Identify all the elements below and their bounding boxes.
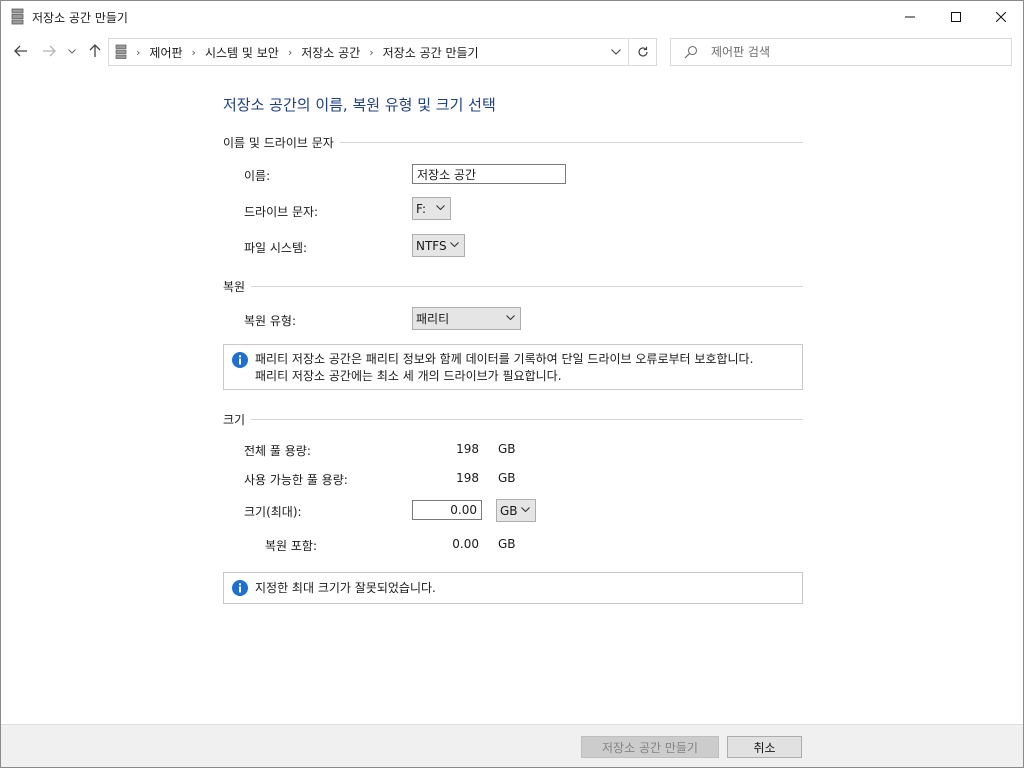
refresh-button[interactable]	[628, 39, 657, 65]
storage-spaces-window: 저장소 공간 만들기 › 제어판 › 시스템 및 보안 › 저장소 공간 › 저…	[0, 0, 1024, 768]
chevron-down-icon	[521, 507, 530, 513]
resiliency-info-line-2: 패리티 저장소 공간에는 최소 세 개의 드라이브가 필요합니다.	[255, 369, 562, 383]
up-button[interactable]	[85, 40, 105, 62]
recent-locations-button[interactable]	[65, 40, 79, 62]
storage-drive-icon	[11, 8, 24, 25]
drive-letter-label: 드라이브 문자:	[244, 205, 319, 219]
total-pool-capacity-value: 198	[456, 442, 479, 456]
close-icon	[996, 11, 1006, 22]
section-divider	[339, 141, 803, 143]
including-resiliency-value: 0.00	[452, 537, 479, 551]
chevron-right-icon[interactable]: ›	[369, 46, 373, 59]
breadcrumb-item-control-panel[interactable]: 제어판	[149, 44, 182, 61]
title-bar: 저장소 공간 만들기	[1, 1, 1023, 32]
name-field[interactable]	[412, 164, 566, 184]
chevron-down-icon	[506, 315, 515, 321]
storage-drive-icon	[115, 44, 127, 59]
cancel-button[interactable]: 취소	[727, 736, 802, 758]
file-system-value: NTFS	[416, 238, 447, 253]
section-title: 이름 및 드라이브 문자	[223, 135, 334, 150]
maximize-icon	[951, 11, 961, 22]
minimize-button[interactable]	[887, 1, 933, 32]
arrow-up-icon	[89, 44, 101, 57]
chevron-down-icon	[68, 48, 76, 54]
chevron-right-icon: ›	[136, 45, 141, 59]
maximize-button[interactable]	[933, 1, 979, 32]
drive-letter-value: F:	[416, 201, 427, 216]
chevron-down-icon	[450, 242, 459, 248]
file-system-label: 파일 시스템:	[244, 241, 308, 255]
breadcrumb-item-create-storage-space[interactable]: 저장소 공간 만들기	[383, 44, 479, 61]
chevron-down-icon	[611, 49, 621, 55]
resiliency-info-box: 패리티 저장소 공간은 패리티 정보와 함께 데이터를 기록하여 단일 드라이브…	[223, 344, 803, 390]
drive-letter-select[interactable]: F:	[412, 197, 451, 220]
address-history-button[interactable]	[605, 39, 627, 65]
resiliency-type-label: 복원 유형:	[244, 314, 297, 328]
including-resiliency-unit: GB	[498, 537, 516, 551]
breadcrumb: › 제어판 › 시스템 및 보안 › 저장소 공간 › 저장소 공간 만들기	[132, 39, 479, 65]
forward-button[interactable]	[39, 40, 59, 62]
info-icon	[232, 580, 248, 596]
back-button[interactable]	[11, 40, 31, 62]
footer-bar: 저장소 공간 만들기 취소	[1, 724, 1023, 767]
chevron-down-icon	[436, 205, 445, 211]
resiliency-type-value: 패리티	[416, 312, 450, 326]
arrow-left-icon	[14, 45, 27, 57]
size-unit-select[interactable]: GB	[496, 499, 536, 522]
section-header-resiliency: 복원	[223, 278, 803, 294]
including-resiliency-label: 복원 포함:	[265, 539, 318, 553]
search-icon	[684, 45, 698, 59]
available-pool-capacity-value: 198	[456, 471, 479, 485]
search-input[interactable]	[711, 42, 1001, 62]
arrow-right-icon	[43, 45, 56, 57]
chevron-right-icon[interactable]: ›	[192, 46, 196, 59]
resiliency-type-select[interactable]: 패리티	[412, 307, 521, 330]
info-icon	[232, 352, 248, 368]
section-title: 크기	[223, 412, 246, 427]
section-header-name-drive: 이름 및 드라이브 문자	[223, 134, 803, 150]
section-header-size: 크기	[223, 411, 803, 427]
file-system-select[interactable]: NTFS	[412, 234, 465, 257]
chevron-right-icon[interactable]: ›	[288, 46, 292, 59]
breadcrumb-item-system-security[interactable]: 시스템 및 보안	[205, 44, 279, 61]
available-pool-capacity-label: 사용 가능한 풀 용량:	[244, 473, 348, 487]
section-title: 복원	[223, 279, 246, 294]
search-box[interactable]	[670, 38, 1012, 66]
address-bar[interactable]: › 제어판 › 시스템 및 보안 › 저장소 공간 › 저장소 공간 만들기	[108, 38, 657, 66]
section-divider	[251, 285, 803, 287]
size-unit-value: GB	[500, 503, 518, 518]
size-error-box: 지정한 최대 크기가 잘못되었습니다.	[223, 572, 803, 604]
minimize-icon	[905, 16, 915, 17]
max-size-field[interactable]	[412, 500, 482, 520]
max-size-label: 크기(최대):	[244, 505, 302, 519]
page-title: 저장소 공간의 이름, 복원 유형 및 크기 선택	[223, 96, 496, 114]
close-button[interactable]	[978, 1, 1024, 32]
total-pool-capacity-label: 전체 풀 용량:	[244, 444, 311, 458]
navigation-bar: › 제어판 › 시스템 및 보안 › 저장소 공간 › 저장소 공간 만들기	[1, 32, 1023, 72]
create-storage-space-button[interactable]: 저장소 공간 만들기	[581, 736, 719, 758]
breadcrumb-item-storage-spaces[interactable]: 저장소 공간	[301, 44, 360, 61]
available-pool-capacity-unit: GB	[498, 471, 516, 485]
resiliency-info-line-1: 패리티 저장소 공간은 패리티 정보와 함께 데이터를 기록하여 단일 드라이브…	[255, 352, 754, 366]
refresh-icon	[638, 46, 648, 57]
size-error-text: 지정한 최대 크기가 잘못되었습니다.	[255, 581, 436, 595]
name-label: 이름:	[244, 169, 271, 183]
window-title: 저장소 공간 만들기	[32, 11, 128, 25]
section-divider	[251, 418, 803, 420]
main-content: 저장소 공간의 이름, 복원 유형 및 크기 선택 이름 및 드라이브 문자 이…	[1, 72, 1023, 724]
total-pool-capacity-unit: GB	[498, 442, 516, 456]
